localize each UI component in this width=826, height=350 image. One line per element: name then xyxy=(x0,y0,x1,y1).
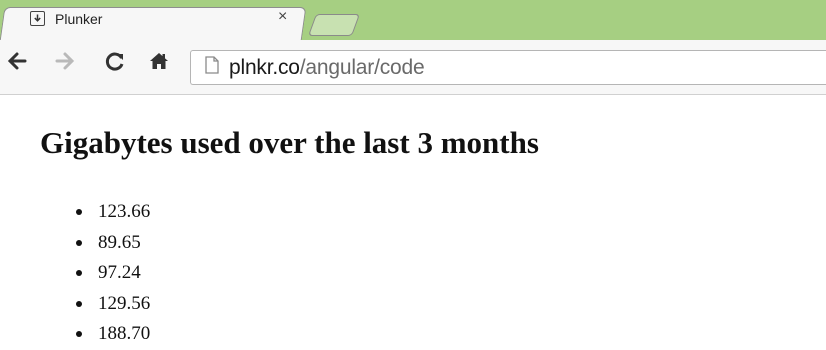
page-heading: Gigabytes used over the last 3 months xyxy=(40,125,539,160)
list-item: 129.56 xyxy=(60,289,150,320)
bullet xyxy=(76,270,82,276)
bullet xyxy=(76,331,82,337)
bullet xyxy=(76,300,82,307)
forward-arrow-icon xyxy=(55,52,75,70)
list-item: 123.66 xyxy=(60,197,150,228)
url-text: plnkr.co/angular/code xyxy=(229,55,425,80)
url-path: /angular/code xyxy=(299,55,425,79)
browser-toolbar: plnkr.co/angular/code xyxy=(0,40,826,95)
value-text: 89.65 xyxy=(98,231,141,253)
value-text: 188.70 xyxy=(98,323,151,344)
reload-button[interactable] xyxy=(102,46,128,76)
forward-button[interactable] xyxy=(52,46,78,76)
values-list: 123.66 89.65 97.24 129.56 188.70 xyxy=(60,197,150,350)
value-text: 123.66 xyxy=(98,201,151,222)
value-text: 97.24 xyxy=(98,262,141,283)
reload-icon xyxy=(105,52,124,71)
tab-content: Plunker × xyxy=(16,7,300,40)
value-text: 129.56 xyxy=(98,292,151,314)
bullet xyxy=(76,239,82,246)
list-item: 188.70 xyxy=(60,319,150,350)
bullet xyxy=(76,209,82,215)
tab-title: Plunker xyxy=(55,10,103,27)
home-icon xyxy=(150,53,168,69)
back-button[interactable] xyxy=(4,46,30,76)
tab-strip: Plunker × xyxy=(0,0,826,41)
url-domain: plnkr.co xyxy=(229,55,300,79)
tab-close-icon[interactable]: × xyxy=(278,8,287,26)
list-item: 89.65 xyxy=(60,228,150,259)
list-item: 97.24 xyxy=(60,258,150,289)
back-arrow-icon xyxy=(7,52,27,70)
address-bar[interactable]: plnkr.co/angular/code xyxy=(190,50,826,85)
home-button[interactable] xyxy=(146,46,172,76)
page-icon xyxy=(205,56,219,79)
new-tab-button[interactable] xyxy=(307,14,361,36)
download-icon xyxy=(30,11,45,26)
